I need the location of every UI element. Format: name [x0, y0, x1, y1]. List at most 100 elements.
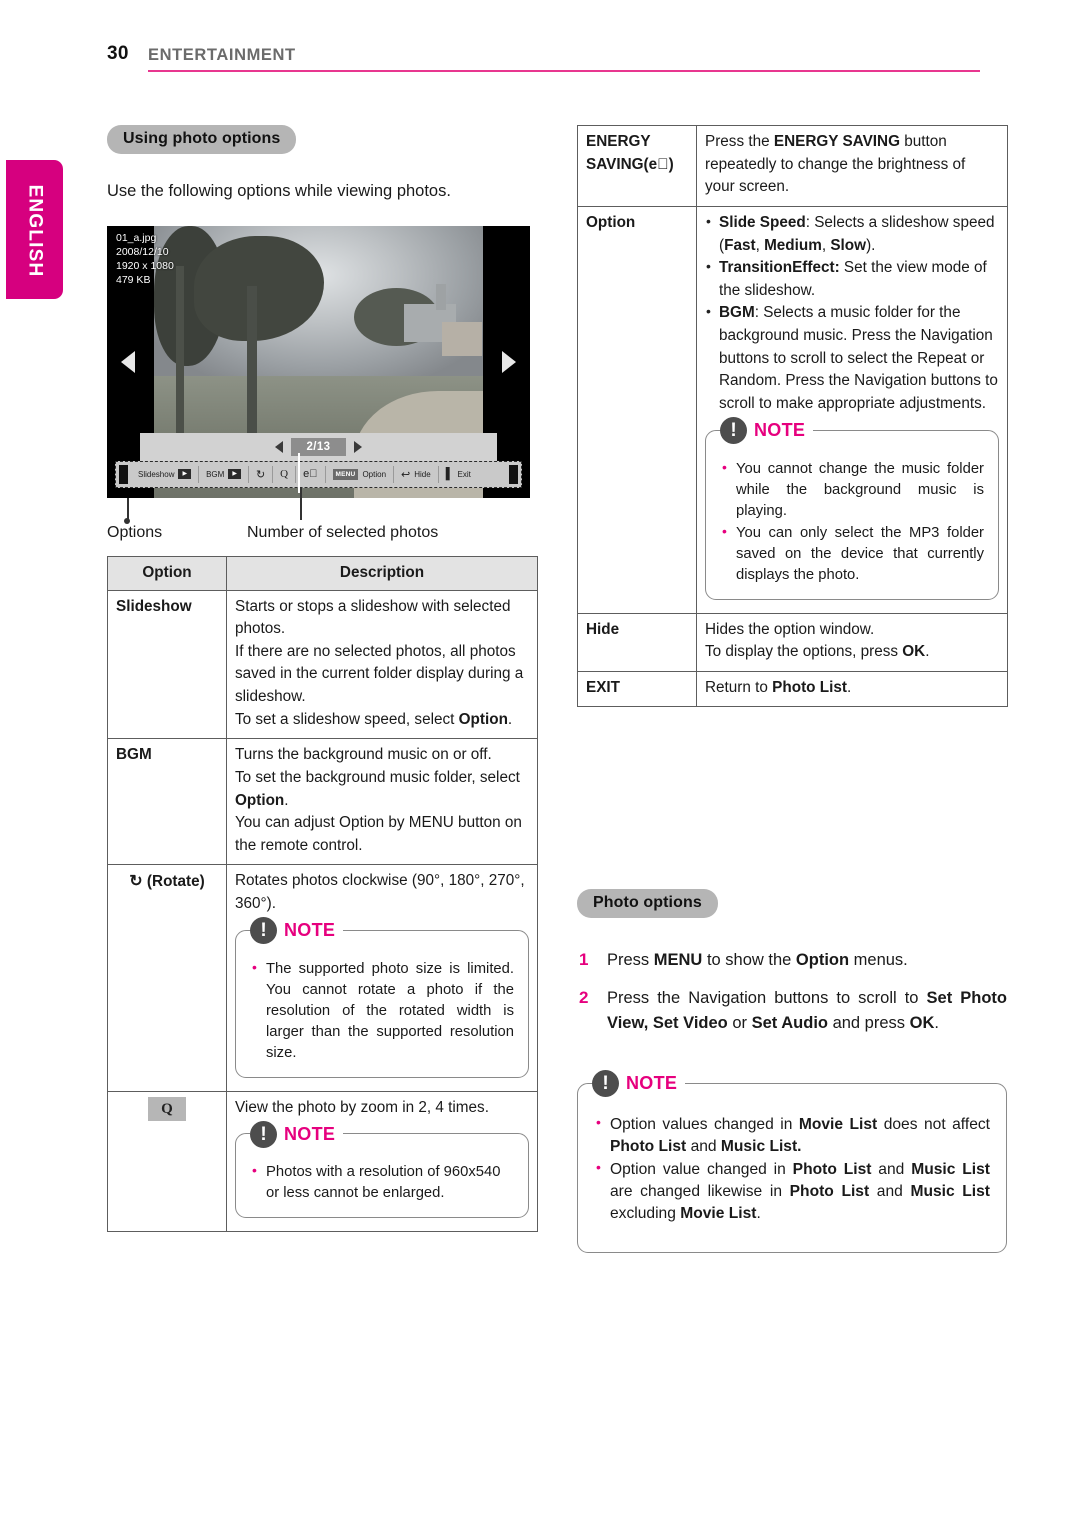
play-icon: ▶: [178, 469, 192, 480]
photo-file-size: 479 KB: [116, 273, 151, 286]
toolbar-exit-button[interactable]: ▌ Exit: [439, 468, 478, 480]
energy-saving-icon: e⃠: [648, 155, 669, 173]
nav-right-arrow-icon[interactable]: [354, 440, 363, 453]
section-title-photo-options: Photo options: [577, 889, 718, 919]
table-row: EXIT Return to Photo List.: [577, 670, 1008, 708]
toolbar-bgm-button[interactable]: BGM ▶: [199, 469, 248, 480]
note-box-rotate: ! NOTE The supported photo size is limit…: [235, 916, 529, 1078]
toolbar-end-cap-right: [509, 464, 518, 484]
desc-line: Press the ENERGY SAVING button repeatedl…: [705, 133, 966, 196]
zoom-icon: Q: [280, 468, 289, 481]
row-description-rotate: Rotates photos clockwise (90°, 180°, 270…: [226, 864, 538, 1092]
photo-viewer-screenshot: 01_a.jpg 2008/12/10 1920 x 1080 479 KB 2…: [107, 225, 530, 498]
desc-line: Starts or stops a slideshow with selecte…: [235, 597, 511, 638]
energy-saving-icon: e⃠: [303, 468, 318, 481]
nav-left-arrow-icon[interactable]: [274, 440, 283, 453]
desc-line: To set a slideshow speed, select Option.: [235, 710, 513, 728]
desc-line: To set the background music folder, sele…: [235, 768, 520, 809]
toolbar-option-button[interactable]: MENU Option: [326, 468, 394, 480]
language-tab-label: ENGLISH: [24, 184, 46, 278]
note-title: NOTE: [626, 1073, 678, 1094]
step-text: Press MENU to show the Option menus.: [607, 951, 908, 970]
row-option-bgm: BGM: [107, 738, 227, 866]
row-description-option: Slide Speed: Selects a slideshow speed (…: [696, 205, 1008, 614]
table-row: ENERGY SAVING(e⃠) Press the ENERGY SAVIN…: [577, 125, 1008, 207]
option-bullet-slide-speed: Slide Speed: Selects a slideshow speed (…: [705, 211, 999, 257]
table-header-row: Option Description: [107, 555, 538, 591]
step-item: 2 Press the Navigation buttons to scroll…: [577, 986, 1007, 1034]
toolbar-slideshow-button[interactable]: Slideshow ▶: [131, 469, 198, 480]
photo-options-steps: 1 Press MENU to show the Option menus. 2…: [577, 948, 1007, 1034]
photo-resolution: 1920 x 1080: [116, 259, 174, 272]
row-option-energy-saving: ENERGY SAVING(e⃠): [577, 125, 697, 207]
note-header: ! NOTE: [250, 916, 344, 945]
toolbar-exit-label: Exit: [457, 469, 471, 479]
tree-trunk-left: [176, 265, 184, 456]
note-box-bgm: ! NOTE You cannot change the music folde…: [705, 416, 999, 600]
toolbar-hide-button[interactable]: ↩ Hide: [394, 468, 438, 481]
row-option-option: Option: [577, 205, 697, 614]
language-tab: ENGLISH: [6, 160, 63, 299]
exclamation-icon: !: [250, 1120, 277, 1148]
photo-date: 2008/12/10: [116, 245, 169, 258]
note-title: NOTE: [754, 420, 806, 441]
note-list: The supported photo size is limited. You…: [250, 958, 514, 1064]
right-column: ENERGY SAVING(e⃠) Press the ENERGY SAVIN…: [577, 125, 1008, 1259]
toolbar-energy-saving-button[interactable]: e⃠: [296, 468, 324, 480]
option-bullet-bgm: BGM: Selects a music folder for the back…: [705, 301, 999, 415]
row-option-rotate: ↻ (Rotate): [107, 864, 227, 1092]
exclamation-icon: !: [720, 417, 747, 444]
rotate-icon: ↻: [255, 468, 266, 481]
note-header: ! NOTE: [250, 1120, 344, 1149]
toolbar-hide-label: Hide: [414, 469, 431, 479]
note-title: NOTE: [284, 1123, 336, 1144]
desc-line: Return to Photo List.: [705, 678, 852, 696]
row-option-energy-line1: ENERGY: [586, 133, 651, 150]
row-option-zoom: Q: [107, 1090, 227, 1233]
option-bullet-list: Slide Speed: Selects a slideshow speed (…: [705, 211, 999, 416]
row-option-energy-line2: SAVING(e⃠): [586, 155, 674, 173]
note-item: Photos with a resolution of 960x540 or l…: [250, 1161, 514, 1204]
intro-paragraph: Use the following options while viewing …: [107, 182, 451, 200]
tree-canopy-center: [194, 235, 324, 341]
note-list: Photos with a resolution of 960x540 or l…: [250, 1161, 514, 1204]
row-description-zoom: View the photo by zoom in 2, 4 times. ! …: [226, 1090, 538, 1233]
row-option-slideshow: Slideshow: [107, 589, 227, 740]
desc-line: Hides the option window.: [705, 620, 875, 638]
note-list: Option values changed in Movie List does…: [594, 1113, 990, 1226]
toolbar-zoom-button[interactable]: Q: [273, 468, 295, 480]
note-item: You cannot change the music folder while…: [720, 458, 984, 522]
next-photo-arrow-icon[interactable]: [502, 350, 516, 373]
desc-line: Rotates photos clockwise (90°, 180°, 270…: [235, 872, 525, 913]
exclamation-icon: !: [250, 917, 277, 945]
step-number: 1: [579, 950, 589, 970]
note-item: You can only select the MP3 folder saved…: [720, 522, 984, 586]
row-option-hide: Hide: [577, 612, 697, 672]
rotate-icon: ↻: [129, 873, 143, 891]
toolbar-rotate-button[interactable]: ↻: [249, 468, 272, 481]
left-column: Using photo options Use the following op…: [107, 125, 538, 1233]
photo-options-table: Option Description Slideshow Starts or s…: [107, 555, 538, 1233]
option-bullet-transition-effect: TransitionEffect: Set the view mode of t…: [705, 256, 999, 302]
house-shape: [442, 321, 482, 356]
table-row: Q View the photo by zoom in 2, 4 times. …: [107, 1090, 538, 1233]
page-number: 30: [107, 43, 129, 64]
page-header: 30 ENTERTAINMENT: [0, 0, 1080, 90]
toolbar-end-cap-left: [119, 464, 128, 484]
desc-line: You can adjust Option by MENU button on …: [235, 814, 522, 854]
desc-line: View the photo by zoom in 2, 4 times.: [235, 1098, 489, 1116]
photo-file-name: 01_a.jpg: [116, 231, 157, 244]
menu-badge-icon: MENU: [332, 468, 359, 480]
note-header: ! NOTE: [592, 1069, 686, 1098]
table-row: Option Slide Speed: Selects a slideshow …: [577, 205, 1008, 614]
exclamation-icon: !: [592, 1070, 619, 1098]
callout-label-selected-count: Number of selected photos: [247, 523, 439, 541]
callout-label-options: Options: [107, 523, 163, 541]
table-row: ↻ (Rotate) Rotates photos clockwise (90°…: [107, 864, 538, 1092]
row-option-exit: EXIT: [577, 670, 697, 708]
previous-photo-arrow-icon[interactable]: [121, 350, 135, 373]
photo-navigation-bar: 2/13: [140, 432, 497, 461]
header-divider: [148, 70, 980, 72]
row-description-exit: Return to Photo List.: [696, 670, 1008, 708]
